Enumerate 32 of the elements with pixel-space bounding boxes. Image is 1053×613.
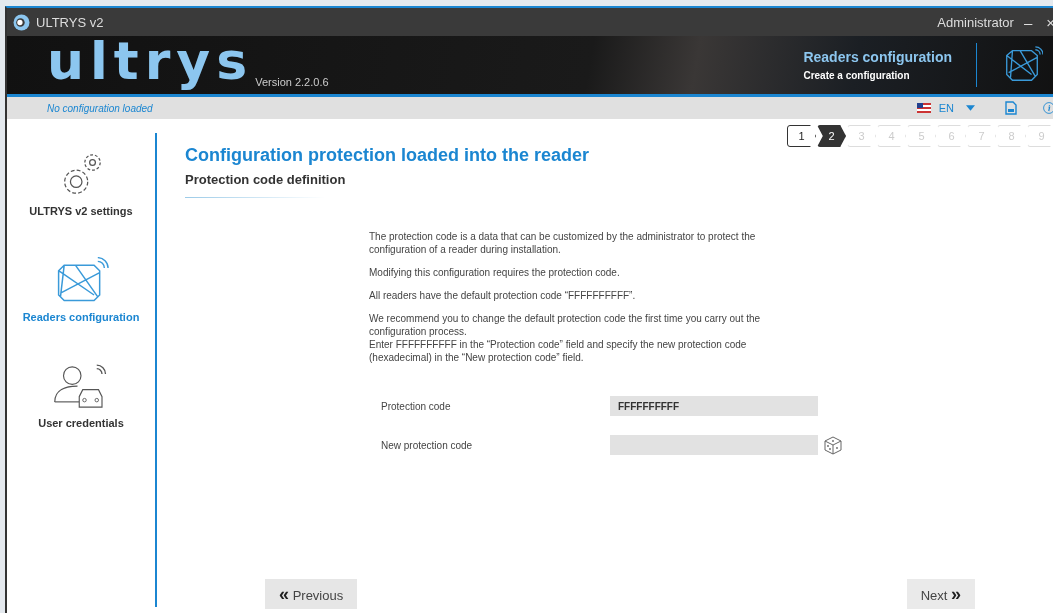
field-label: New protection code — [381, 439, 474, 451]
window-title: ULTRYS v2 — [36, 14, 104, 30]
save-icon[interactable] — [1005, 101, 1017, 115]
user-name: Administrator — [937, 14, 1014, 30]
flag-icon — [916, 103, 931, 113]
description-text: Modifying this configuration requires the protection code. — [369, 266, 621, 279]
description-text: We recommend you to change the default protection code the first time you carry out the configuration process. Enter FFFFFFFFFF in the “Protection code” field and specify the new protection code (hexadecimal) in the “New protection code” field. — [369, 312, 762, 364]
field-label: Protection code — [381, 400, 452, 412]
previous-button[interactable]: « Previous — [265, 579, 358, 609]
sidebar-item[interactable]: User credentials — [38, 417, 124, 429]
description-text: The protection code is a data that can be customized by the administrator to protect the configuration of a reader during installation. — [369, 230, 757, 256]
app-logo-icon — [13, 13, 30, 31]
dice-icon[interactable] — [822, 434, 844, 456]
user-car-icon[interactable] — [53, 363, 109, 411]
sidebar-item[interactable]: Readers configuration — [22, 311, 140, 323]
page-subtitle: Protection code definition — [185, 172, 347, 187]
section-title: Readers configuration — [803, 49, 952, 65]
info-icon[interactable] — [1043, 101, 1053, 115]
caret-icon — [966, 105, 975, 111]
close-button[interactable]: × — [1042, 13, 1053, 31]
sidebar-item[interactable]: ULTRYS v2 settings — [29, 205, 133, 217]
minimize-button[interactable]: – — [1019, 13, 1037, 31]
version-label: Version 2.2.0.6 — [255, 76, 329, 88]
page-title: Configuration protection loaded into the reader — [185, 145, 590, 166]
description-text: All readers have the default protection code “FFFFFFFFFF”. — [369, 289, 637, 302]
wizard-step: 2 — [817, 125, 846, 147]
input-field[interactable]: FFFFFFFFFF — [610, 396, 818, 416]
status-text: No configuration loaded — [47, 102, 153, 114]
next-button[interactable]: Next » — [906, 579, 975, 609]
input-field[interactable] — [610, 435, 818, 455]
section-subtitle: Create a configuration — [803, 70, 911, 81]
wizard-step: 1 — [787, 125, 816, 147]
